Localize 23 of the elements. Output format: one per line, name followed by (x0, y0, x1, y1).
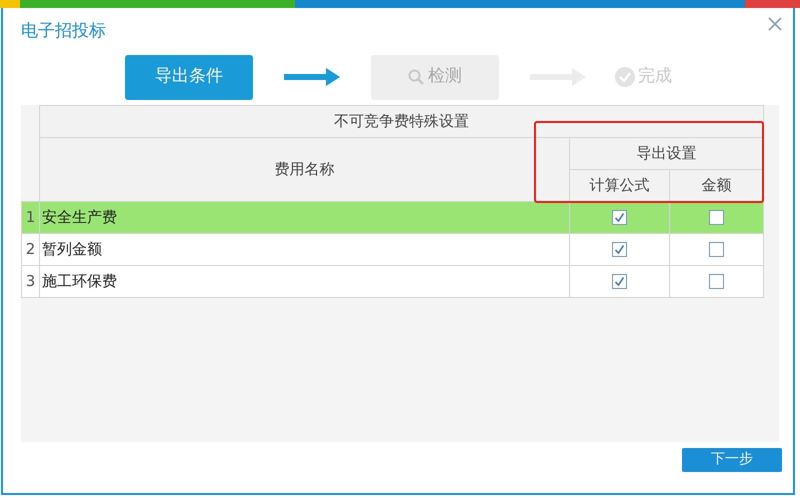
checkbox[interactable] (709, 274, 724, 290)
table-row[interactable]: 1 安全生产费 (22, 201, 764, 233)
next-button[interactable]: 下一步 (682, 448, 782, 472)
checkbox[interactable] (612, 242, 627, 258)
column-header: 费用名称 (40, 137, 570, 201)
search-icon (408, 69, 424, 85)
table-row[interactable]: 2 暂列金额 (22, 233, 764, 265)
table-cell: 施工环保费 (40, 265, 570, 297)
window-title: 电子招投标 (21, 20, 106, 43)
arrow-icon (284, 68, 340, 86)
checkbox[interactable] (709, 242, 724, 258)
table-cell: 暂列金额 (40, 233, 570, 265)
table-row[interactable]: 3 施工环保费 (22, 265, 764, 297)
row-number: 3 (22, 265, 40, 297)
checkbox[interactable] (612, 274, 627, 290)
check-circle-icon (615, 67, 635, 87)
row-number: 2 (22, 233, 40, 265)
checkbox[interactable] (709, 210, 724, 226)
checkbox[interactable] (612, 210, 627, 226)
close-button[interactable] (766, 15, 784, 33)
table-cell: 安全生产费 (40, 201, 570, 233)
row-number: 1 (22, 201, 40, 233)
column-header: 不可竞争费特殊设置 (40, 105, 764, 137)
